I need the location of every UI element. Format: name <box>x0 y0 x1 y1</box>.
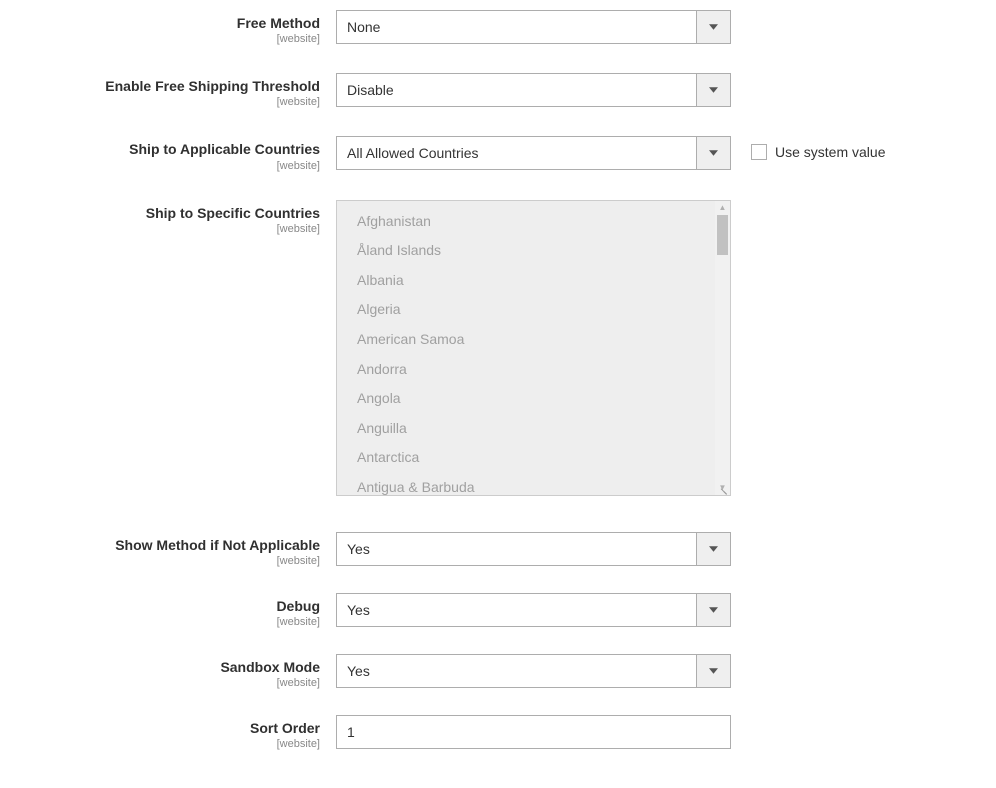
control-col: All Allowed Countries <box>336 136 731 170</box>
field-label: Free Method <box>0 14 320 32</box>
dropdown-arrow-icon <box>696 74 730 106</box>
field-show-method: Show Method if Not Applicable [website] … <box>0 532 996 567</box>
control-col: Yes <box>336 593 731 627</box>
control-col: Yes <box>336 654 731 688</box>
label-col: Show Method if Not Applicable [website] <box>0 532 320 567</box>
field-free-shipping-threshold: Enable Free Shipping Threshold [website]… <box>0 73 996 108</box>
use-system-value-checkbox[interactable] <box>751 144 767 160</box>
dropdown-arrow-icon <box>696 137 730 169</box>
field-scope: [website] <box>0 223 320 235</box>
label-col: Debug [website] <box>0 593 320 628</box>
field-scope: [website] <box>0 160 320 172</box>
label-col: Sandbox Mode [website] <box>0 654 320 689</box>
scroll-down-icon[interactable]: ▼ <box>715 481 730 495</box>
field-label: Ship to Specific Countries <box>0 204 320 222</box>
use-system-value-label: Use system value <box>775 144 885 160</box>
country-option[interactable]: Antigua & Barbuda <box>337 473 730 495</box>
field-label: Debug <box>0 597 320 615</box>
country-option[interactable]: American Samoa <box>337 325 730 355</box>
field-scope: [website] <box>0 96 320 108</box>
select-value: Yes <box>337 594 696 626</box>
field-label: Sandbox Mode <box>0 658 320 676</box>
country-option[interactable]: Afghanistan <box>337 207 730 237</box>
select-value: Disable <box>337 74 696 106</box>
free-method-select[interactable]: None <box>336 10 731 44</box>
field-label: Enable Free Shipping Threshold <box>0 77 320 95</box>
control-col: Disable <box>336 73 731 107</box>
label-col: Free Method [website] <box>0 10 320 45</box>
country-option[interactable]: Andorra <box>337 355 730 385</box>
field-free-method: Free Method [website] None <box>0 10 996 45</box>
select-value: Yes <box>337 533 696 565</box>
settings-form: Free Method [website] None Enable Free S… <box>0 10 996 750</box>
multiselect-options: Afghanistan Åland Islands Albania Algeri… <box>337 201 730 495</box>
dropdown-arrow-icon <box>696 533 730 565</box>
select-value: Yes <box>337 655 696 687</box>
label-col: Ship to Specific Countries [website] <box>0 200 320 235</box>
field-sandbox-mode: Sandbox Mode [website] Yes <box>0 654 996 689</box>
label-col: Sort Order [website] <box>0 715 320 750</box>
scroll-track[interactable] <box>715 215 730 481</box>
country-option[interactable]: Antarctica <box>337 443 730 473</box>
use-system-value-wrapper: Use system value <box>751 136 885 160</box>
label-col: Enable Free Shipping Threshold [website] <box>0 73 320 108</box>
control-col <box>336 715 731 749</box>
field-scope: [website] <box>0 738 320 750</box>
country-option[interactable]: Algeria <box>337 295 730 325</box>
field-label: Show Method if Not Applicable <box>0 536 320 554</box>
field-label: Sort Order <box>0 719 320 737</box>
dropdown-arrow-icon <box>696 11 730 43</box>
dropdown-arrow-icon <box>696 655 730 687</box>
field-scope: [website] <box>0 616 320 628</box>
field-scope: [website] <box>0 33 320 45</box>
scrollbar[interactable]: ▲ ▼ <box>715 201 730 495</box>
field-sort-order: Sort Order [website] <box>0 715 996 750</box>
field-scope: [website] <box>0 555 320 567</box>
show-method-select[interactable]: Yes <box>336 532 731 566</box>
ship-specific-multiselect[interactable]: Afghanistan Åland Islands Albania Algeri… <box>336 200 731 496</box>
field-scope: [website] <box>0 677 320 689</box>
control-col: Yes <box>336 532 731 566</box>
country-option[interactable]: Albania <box>337 266 730 296</box>
debug-select[interactable]: Yes <box>336 593 731 627</box>
scroll-up-icon[interactable]: ▲ <box>715 201 730 215</box>
country-option[interactable]: Anguilla <box>337 414 730 444</box>
scroll-thumb[interactable] <box>717 215 728 255</box>
sandbox-mode-select[interactable]: Yes <box>336 654 731 688</box>
label-col: Ship to Applicable Countries [website] <box>0 136 320 171</box>
ship-applicable-select[interactable]: All Allowed Countries <box>336 136 731 170</box>
field-debug: Debug [website] Yes <box>0 593 996 628</box>
country-option[interactable]: Åland Islands <box>337 236 730 266</box>
sort-order-input[interactable] <box>336 715 731 749</box>
control-col: Afghanistan Åland Islands Albania Algeri… <box>336 200 731 496</box>
select-value: None <box>337 11 696 43</box>
field-ship-applicable-countries: Ship to Applicable Countries [website] A… <box>0 136 996 171</box>
free-shipping-threshold-select[interactable]: Disable <box>336 73 731 107</box>
dropdown-arrow-icon <box>696 594 730 626</box>
country-option[interactable]: Angola <box>337 384 730 414</box>
field-ship-specific-countries: Ship to Specific Countries [website] Afg… <box>0 200 996 496</box>
select-value: All Allowed Countries <box>337 137 696 169</box>
control-col: None <box>336 10 731 44</box>
field-label: Ship to Applicable Countries <box>0 140 320 158</box>
